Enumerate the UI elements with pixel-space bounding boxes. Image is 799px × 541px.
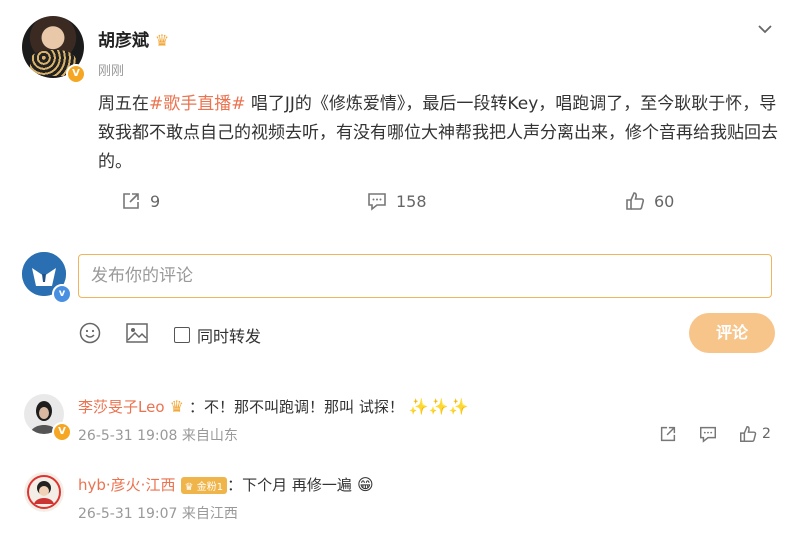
comment-text: 不！那不叫跑调！那叫 试探！ xyxy=(204,398,404,416)
comment-icon xyxy=(698,426,718,448)
verified-badge-icon: v xyxy=(52,284,72,304)
comment-repost-button[interactable] xyxy=(658,424,678,448)
post-time: 刚刚 xyxy=(98,64,125,79)
verified-badge-icon: V xyxy=(52,422,72,442)
comment-reply-button[interactable] xyxy=(698,424,718,448)
comment-text: 下个月 再修一遍 xyxy=(242,476,352,494)
comment-icon xyxy=(366,190,388,212)
comment-separator: ： xyxy=(189,398,205,416)
repost-button[interactable]: 9 xyxy=(120,190,160,212)
like-count: 60 xyxy=(654,191,675,211)
comment-separator: ： xyxy=(227,476,243,494)
crown-icon: ♛ xyxy=(154,31,170,50)
repost-checkbox[interactable] xyxy=(174,327,190,343)
author-name-text[interactable]: 胡彦斌 xyxy=(98,31,149,51)
chevron-down-icon[interactable] xyxy=(756,20,774,38)
share-icon xyxy=(120,190,142,212)
post-content: 周五在#歌手直播# 唱了JJ的《修炼爱情》，最后一段转Key，唱跑调了，至今耿耿… xyxy=(98,90,780,177)
repost-count: 9 xyxy=(150,191,161,211)
comment-count: 158 xyxy=(396,191,427,211)
author-name[interactable]: 胡彦斌 ♛ xyxy=(98,26,169,51)
comment-like-button[interactable]: 2 xyxy=(738,424,771,444)
thumbs-up-icon xyxy=(624,190,646,212)
grin-emoji-icon: 😁 xyxy=(356,475,374,494)
comment-input[interactable] xyxy=(78,254,772,298)
thumbs-up-icon xyxy=(738,424,758,444)
hashtag-link[interactable]: #歌手直播# xyxy=(149,94,246,114)
comment-button[interactable]: 158 xyxy=(366,190,427,212)
torch-emoji-icon: ✨✨✨ xyxy=(408,397,469,416)
comment-line: hyb·彦火·江西 ♛ 金粉1 ：下个月 再修一遍 😁 xyxy=(78,474,374,495)
like-button[interactable]: 60 xyxy=(624,190,674,212)
verified-badge-icon: V xyxy=(66,64,86,84)
comment-user[interactable]: 李莎旻子Leo xyxy=(78,398,165,416)
post-text-start: 周五在 xyxy=(98,94,149,114)
emoji-icon[interactable] xyxy=(79,322,101,348)
comment-meta: 26-5-31 19:07 来自江西 xyxy=(78,506,238,522)
fan-badge: ♛ 金粉1 xyxy=(180,477,228,494)
comment-like-count: 2 xyxy=(762,426,771,442)
crown-icon: ♛ xyxy=(169,397,184,416)
fan-badge-text: 金粉1 xyxy=(196,482,224,493)
image-icon[interactable] xyxy=(125,322,149,348)
comment-meta: 26-5-31 19:08 来自山东 xyxy=(78,428,238,444)
share-icon xyxy=(658,426,678,448)
comment-line: 李莎旻子Leo ♛ ：不！那不叫跑调！那叫 试探！ ✨✨✨ xyxy=(78,396,469,417)
comment-user[interactable]: hyb·彦火·江西 xyxy=(78,476,175,494)
submit-comment-button[interactable]: 评论 xyxy=(689,313,775,353)
repost-checkbox-label: 同时转发 xyxy=(197,327,262,346)
comment-avatar[interactable] xyxy=(24,472,64,512)
